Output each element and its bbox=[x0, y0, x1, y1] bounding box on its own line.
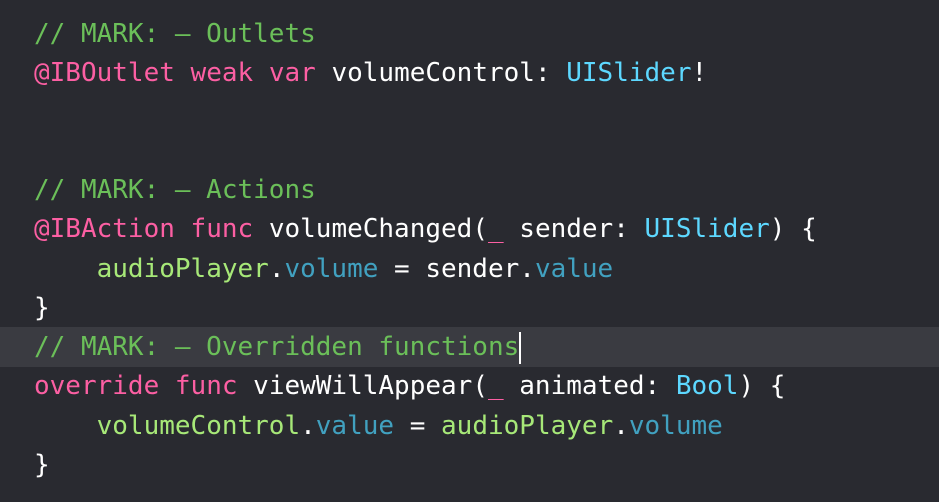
code-line[interactable] bbox=[0, 131, 939, 171]
code-token-keyword: override bbox=[34, 371, 160, 401]
code-token-plain: } bbox=[34, 293, 50, 323]
code-token-plain: = sender. bbox=[378, 254, 535, 284]
code-token-keyword: _ bbox=[487, 214, 504, 244]
text-cursor bbox=[519, 331, 522, 364]
code-token-plain: ! bbox=[691, 58, 708, 88]
code-token-keyword: func bbox=[190, 214, 254, 244]
code-line[interactable]: } bbox=[0, 445, 939, 485]
code-line[interactable]: override func viewWillAppear(_ animated:… bbox=[0, 366, 939, 406]
code-token-plain: . bbox=[268, 254, 285, 284]
code-token-plain: volumeControl: bbox=[315, 58, 567, 88]
code-token-member: volume bbox=[628, 411, 723, 441]
code-token-type: UISlider bbox=[566, 58, 692, 88]
code-token-member: value bbox=[315, 411, 395, 441]
code-token-plain: viewWillAppear( bbox=[237, 371, 488, 401]
code-token-plain: ) { bbox=[738, 371, 786, 401]
code-token-plain: } bbox=[34, 450, 50, 480]
code-token-comment: // MARK: — Overridden functions bbox=[34, 332, 520, 362]
code-line-current[interactable]: // MARK: — Overridden functions bbox=[0, 327, 939, 367]
code-token-plain: sender: bbox=[503, 214, 645, 244]
code-token-keyword: @IBAction bbox=[34, 214, 175, 244]
code-line[interactable]: volumeControl.value = audioPlayer.volume bbox=[0, 406, 939, 446]
code-line[interactable] bbox=[0, 92, 939, 132]
code-token-keyword: func bbox=[174, 371, 238, 401]
code-token-plain: . bbox=[613, 411, 629, 441]
code-token-keyword: @IBOutlet bbox=[34, 58, 175, 88]
code-token-member: value bbox=[534, 254, 614, 284]
code-token-comment: // MARK: — Outlets bbox=[34, 19, 316, 49]
code-line[interactable]: audioPlayer.volume = sender.value bbox=[0, 249, 939, 289]
code-token-plain: animated: bbox=[503, 371, 676, 401]
code-token-keyword: var bbox=[268, 58, 316, 88]
code-editor[interactable]: // MARK: — Outlets @IBOutlet weak var vol… bbox=[0, 0, 939, 502]
code-token-type: UISlider bbox=[644, 214, 770, 244]
code-token-plain: . bbox=[300, 411, 316, 441]
code-token-prop: volumeControl bbox=[96, 411, 301, 441]
code-line[interactable]: } bbox=[0, 288, 939, 328]
code-token-prop: audioPlayer bbox=[441, 411, 614, 441]
code-token-plain: ) { bbox=[769, 214, 817, 244]
code-line[interactable]: @IBAction func volumeChanged(_ sender: U… bbox=[0, 209, 939, 249]
code-line[interactable]: @IBOutlet weak var volumeControl: UISlid… bbox=[0, 53, 939, 93]
code-token-type: Bool bbox=[675, 371, 739, 401]
code-token-member: volume bbox=[284, 254, 379, 284]
code-line[interactable]: // MARK: — Actions bbox=[0, 170, 939, 210]
code-token-comment: // MARK: — Actions bbox=[34, 175, 316, 205]
code-line[interactable]: // MARK: — Outlets bbox=[0, 14, 939, 54]
code-token-prop: audioPlayer bbox=[96, 254, 269, 284]
code-token-keyword: _ bbox=[487, 371, 504, 401]
code-token-plain: volumeChanged( bbox=[253, 214, 488, 244]
code-token-keyword: weak bbox=[190, 58, 254, 88]
code-token-plain: = bbox=[394, 411, 442, 441]
